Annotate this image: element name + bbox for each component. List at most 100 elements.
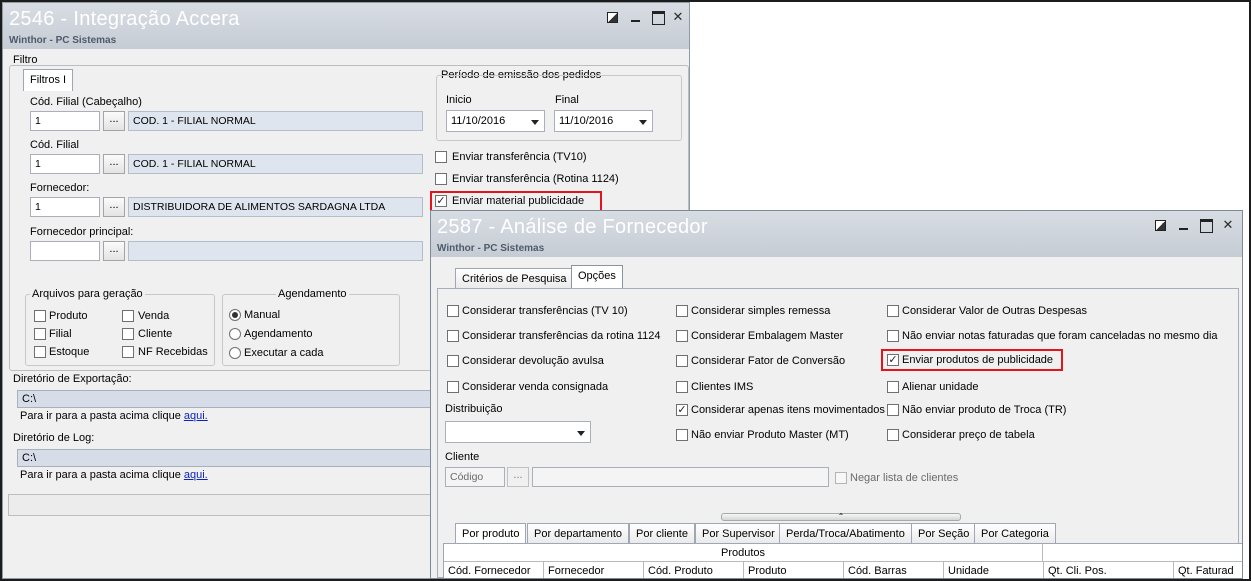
- fator-conversao-checkbox[interactable]: [676, 355, 688, 367]
- nf-recebidas-checkbox[interactable]: [122, 346, 134, 358]
- tv10-checkbox[interactable]: [435, 151, 447, 163]
- cliente-label: Cliente: [138, 328, 173, 340]
- final-label: Final: [555, 94, 579, 106]
- executar-radio[interactable]: [229, 347, 241, 359]
- cod-filial-cab-input[interactable]: 1: [30, 111, 100, 131]
- notas-canceladas-checkbox[interactable]: [887, 330, 899, 342]
- tab-por-categoria[interactable]: Por Categoria: [974, 523, 1056, 544]
- title-bar[interactable]: 2546 - Integração Accera Winthor - PC Si…: [3, 3, 689, 49]
- produto-master-checkbox[interactable]: [676, 429, 688, 441]
- col-cod-barras[interactable]: Cód. Barras: [844, 562, 944, 578]
- cod-filial-search-button[interactable]: ...: [103, 154, 125, 174]
- col-unidade[interactable]: Unidade: [944, 562, 1044, 578]
- tab-filtros-i[interactable]: Filtros I: [23, 69, 74, 91]
- tab-criterios-pesquisa[interactable]: Critérios de Pesquisa: [455, 268, 574, 289]
- dir-export-label: Diretório de Exportação:: [13, 373, 132, 385]
- col-cod-fornecedor[interactable]: Cód. Fornecedor: [444, 562, 544, 578]
- transf-tv10-label: Considerar transferências (TV 10): [462, 305, 628, 317]
- col-fornecedor[interactable]: Fornecedor: [544, 562, 644, 578]
- dir-log-input[interactable]: C:\: [17, 449, 437, 467]
- window-subtitle: Winthor - PC Sistemas: [9, 35, 117, 46]
- clientes-ims-label: Clientes IMS: [691, 381, 754, 393]
- dir-log-link[interactable]: aqui.: [184, 469, 208, 481]
- tab-perda-troca[interactable]: Perda/Troca/Abatimento: [779, 523, 912, 544]
- tab-por-produto[interactable]: Por produto: [455, 523, 527, 544]
- title-bar[interactable]: 2587 - Análise de Fornecedor Winthor - P…: [431, 211, 1242, 257]
- inicio-date-value: 11/10/2016: [451, 115, 506, 127]
- cod-filial-cab-search-button[interactable]: ...: [103, 111, 125, 131]
- dir-log-hint: Para ir para a pasta acima clique aqui.: [20, 469, 208, 481]
- filial-checkbox[interactable]: [34, 328, 46, 340]
- tab-por-secao[interactable]: Por Seção: [911, 523, 977, 544]
- pin-icon[interactable]: [1153, 218, 1167, 232]
- executar-label: Executar a cada: [244, 347, 324, 359]
- dir-export-link[interactable]: aqui.: [184, 410, 208, 422]
- outras-despesas-checkbox[interactable]: [887, 305, 899, 317]
- fornecedor-search-button[interactable]: ...: [103, 197, 125, 217]
- dir-export-input[interactable]: C:\: [17, 390, 437, 408]
- rotina1124-checkbox[interactable]: [435, 173, 447, 185]
- manual-label: Manual: [244, 309, 281, 321]
- embalagem-master-checkbox[interactable]: [676, 330, 688, 342]
- cod-filial-input[interactable]: 1: [30, 154, 100, 174]
- maximize-icon[interactable]: [1199, 218, 1213, 233]
- transf-1124-label: Considerar transferências da rotina 1124: [462, 330, 661, 342]
- itens-movimentados-checkbox[interactable]: ✓: [676, 404, 688, 416]
- close-icon[interactable]: ✕: [671, 10, 685, 24]
- produto-checkbox[interactable]: [34, 310, 46, 322]
- cliente-codigo-input[interactable]: Código: [445, 467, 505, 487]
- dir-log-hint-text: Para ir para a pasta acima clique: [20, 469, 181, 481]
- close-icon[interactable]: ✕: [1221, 218, 1235, 232]
- preco-tabela-checkbox[interactable]: [887, 429, 899, 441]
- nf-recebidas-label: NF Recebidas: [138, 346, 208, 358]
- fornecedor-principal-search-button[interactable]: ...: [103, 241, 125, 261]
- splitter-handle[interactable]: ⌃: [721, 513, 961, 521]
- negar-lista-checkbox[interactable]: [835, 472, 847, 484]
- pin-icon[interactable]: [605, 10, 619, 24]
- simples-remessa-checkbox[interactable]: [676, 305, 688, 317]
- grid-group-header-blank: [1043, 544, 1242, 562]
- tab-por-cliente[interactable]: Por cliente: [629, 523, 695, 544]
- minimize-icon[interactable]: [1177, 218, 1191, 232]
- embalagem-master-label: Considerar Embalagem Master: [691, 330, 844, 342]
- manual-radio[interactable]: [229, 309, 241, 321]
- col-produto[interactable]: Produto: [744, 562, 844, 578]
- estoque-checkbox[interactable]: [34, 346, 46, 358]
- dropdown-arrow-icon[interactable]: [531, 120, 539, 125]
- agendamento-radio[interactable]: [229, 328, 241, 340]
- cliente-search-button[interactable]: ...: [507, 467, 529, 487]
- negar-lista-label: Negar lista de clientes: [850, 472, 959, 484]
- cod-filial-cab-label: Cód. Filial (Cabeçalho): [30, 96, 142, 108]
- devolucao-avulsa-checkbox[interactable]: [447, 355, 459, 367]
- produto-troca-checkbox[interactable]: [887, 404, 899, 416]
- tab-opcoes[interactable]: Opções: [571, 265, 623, 289]
- rotina1124-label: Enviar transferência (Rotina 1124): [452, 173, 619, 185]
- tab-por-supervisor[interactable]: Por Supervisor: [695, 523, 782, 544]
- col-qt-faturada[interactable]: Qt. Faturad: [1174, 562, 1242, 578]
- inicio-date-picker[interactable]: 11/10/2016: [446, 110, 545, 132]
- fornecedor-principal-input[interactable]: [30, 241, 100, 261]
- minimize-icon[interactable]: [629, 10, 643, 24]
- venda-label: Venda: [138, 310, 170, 322]
- col-cod-produto[interactable]: Cód. Produto: [644, 562, 744, 578]
- window-title: 2546 - Integração Accera: [9, 8, 240, 30]
- clientes-ims-checkbox[interactable]: [676, 381, 688, 393]
- preco-tabela-label: Considerar preço de tabela: [902, 429, 1035, 441]
- venda-checkbox[interactable]: [122, 310, 134, 322]
- transf-tv10-checkbox[interactable]: [447, 305, 459, 317]
- tab-por-departamento[interactable]: Por departamento: [527, 523, 630, 544]
- agendamento-label: Agendamento: [244, 328, 313, 340]
- cliente-checkbox[interactable]: [122, 328, 134, 340]
- alienar-unidade-checkbox[interactable]: [887, 381, 899, 393]
- dropdown-arrow-icon[interactable]: [639, 120, 647, 125]
- venda-consignada-checkbox[interactable]: [447, 381, 459, 393]
- transf-1124-checkbox[interactable]: [447, 330, 459, 342]
- fornecedor-input[interactable]: 1: [30, 197, 100, 217]
- col-qt-cli-pos[interactable]: Qt. Cli. Pos.: [1044, 562, 1174, 578]
- cliente-desc: [532, 467, 829, 487]
- maximize-icon[interactable]: [651, 10, 665, 25]
- final-date-picker[interactable]: 11/10/2016: [554, 110, 653, 132]
- produto-label: Produto: [49, 310, 88, 322]
- distribuicao-select[interactable]: [445, 421, 591, 443]
- dropdown-arrow-icon[interactable]: [577, 431, 585, 436]
